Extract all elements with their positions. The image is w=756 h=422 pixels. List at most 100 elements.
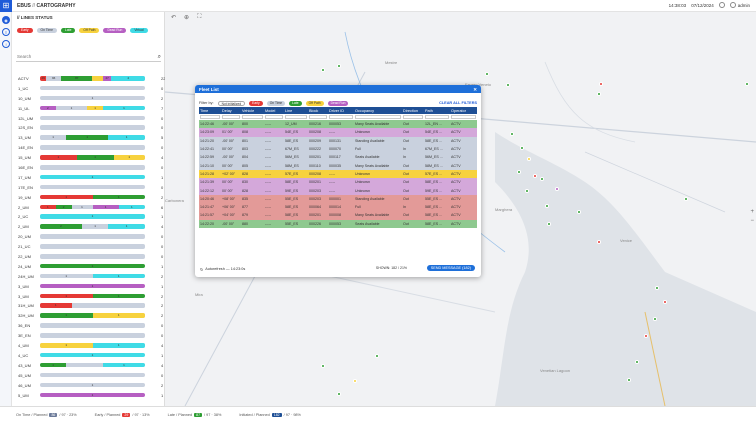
line-row[interactable]: 14E_EN 0 <box>16 143 171 153</box>
column-header[interactable]: Path <box>424 107 450 114</box>
vehicle-marker[interactable] <box>644 334 648 338</box>
line-row[interactable]: 46_UM 1 2 <box>16 381 171 391</box>
line-row[interactable]: 24H_UM 1 1 2 <box>16 272 171 282</box>
line-row[interactable]: 31H_UM 1 2 <box>16 301 171 311</box>
vehicle-marker[interactable] <box>353 379 357 383</box>
column-header[interactable]: Block <box>308 107 328 114</box>
filter-chip[interactable]: Dead Run <box>327 100 349 106</box>
table-row[interactable]: 14:23:09 01' 00" 808 ----- 54E_ES 000208 -----… <box>199 128 477 137</box>
line-row[interactable]: 19_UM 1 1 2 <box>16 193 171 203</box>
map-icon[interactable]: ◉ <box>2 16 10 24</box>
vehicle-marker[interactable] <box>684 197 688 201</box>
line-row[interactable]: 5_UM 1 1 <box>16 391 171 401</box>
vehicle-marker[interactable] <box>520 146 524 150</box>
vehicle-marker[interactable] <box>545 204 549 208</box>
filter-chip[interactable]: Early <box>249 100 263 106</box>
notification-icon[interactable] <box>718 2 725 8</box>
line-row[interactable]: 12S_EN 0 <box>16 123 171 133</box>
line-row[interactable]: 13_UM 1 1 1 5 <box>16 133 171 143</box>
column-search-input[interactable] <box>222 114 240 120</box>
filter-init-select[interactable]: Not initialized <box>217 100 246 106</box>
column-search-input[interactable] <box>451 114 476 120</box>
line-row[interactable]: 2_UC 1 1 <box>16 212 171 222</box>
fullscreen-icon[interactable]: ⛶ <box>197 14 201 21</box>
line-row[interactable]: 11_UL 2 1 1 1 7 <box>16 104 171 114</box>
vehicle-marker[interactable] <box>540 177 544 181</box>
search-input[interactable]: Search ⌕ <box>16 54 161 62</box>
line-row[interactable]: 16E_EN 0 <box>16 163 171 173</box>
user-menu[interactable]: admin <box>729 2 750 8</box>
vehicle-marker[interactable] <box>527 157 531 161</box>
vehicle-marker[interactable] <box>599 82 603 86</box>
table-row[interactable]: 14:21:39 00' 00" 830 ----- 58E_ES 000201 -----… <box>199 178 477 187</box>
column-header[interactable]: Time <box>199 107 221 114</box>
vehicle-marker[interactable] <box>337 392 341 396</box>
vehicle-marker[interactable] <box>375 354 379 358</box>
vehicle-marker[interactable] <box>533 174 537 178</box>
line-row[interactable]: 15_UM 1 1 1 4 <box>16 153 171 163</box>
line-row[interactable]: 45_UM 0 <box>16 371 171 381</box>
line-row[interactable]: 12L_UM 0 <box>16 114 171 124</box>
line-row[interactable]: 43_UM 1 1 4 <box>16 361 171 371</box>
line-row[interactable]: 32H_UM 1 1 2 <box>16 311 171 321</box>
table-row[interactable]: 14:21:10 00' 00" 805 ----- 58M_ES 000110 00003… <box>199 161 477 170</box>
pin-icon[interactable]: ⊕ <box>184 14 189 21</box>
table-row[interactable]: 14:21:57 +04' 00" 879 ----- 58E_ES 000201 0000… <box>199 211 477 220</box>
line-row[interactable]: 4_UC 1 1 <box>16 351 171 361</box>
line-row[interactable]: 10_UM 1 2 <box>16 94 171 104</box>
line-row[interactable]: 3E_EN 0 <box>16 331 171 341</box>
alerts-icon[interactable]: ! <box>2 40 10 48</box>
filter-chip[interactable]: Off Path <box>305 100 324 106</box>
table-row[interactable]: 14:22:59 -00' 00" 804 ----- 56M_ES 000201 0001… <box>199 153 477 162</box>
vehicle-marker[interactable] <box>627 378 631 382</box>
send-message-button[interactable]: SEND MESSAGE (182) <box>426 265 475 271</box>
line-row[interactable]: 2_UM 1 2 1 1 1 6 <box>16 203 171 213</box>
column-search-input[interactable] <box>355 114 401 120</box>
line-row[interactable]: 17E_EN 0 <box>16 183 171 193</box>
table-row[interactable]: 14:22:41 00' 00" 803 ----- 67M_ES 000222 00007… <box>199 144 477 154</box>
filter-chip[interactable]: Late <box>289 100 302 106</box>
zoom-in-button[interactable]: + <box>750 208 754 217</box>
zoom-out-button[interactable]: − <box>750 217 754 226</box>
table-row[interactable]: 14:22:20 -00' 00" 880 ----- 55E_ES 000226 0000… <box>199 219 477 228</box>
vehicle-marker[interactable] <box>506 83 510 87</box>
column-search-input[interactable] <box>265 114 283 120</box>
column-header[interactable]: Vehicle <box>241 107 264 114</box>
undo-icon[interactable]: ↶ <box>171 14 176 21</box>
vehicle-marker[interactable] <box>597 240 601 244</box>
line-row[interactable]: 4_UM 1 1 4 <box>16 341 171 351</box>
line-row[interactable]: 3_UM 1 1 <box>16 282 171 292</box>
line-row[interactable]: ACTV299687274226 <box>16 74 171 84</box>
table-row[interactable]: 14:22:46 -00' 00" 800 ----- 12_UM 000216 00005… <box>199 120 477 129</box>
column-header[interactable]: Model <box>264 107 284 114</box>
table-row[interactable]: 14:20:46 +08' 00" 835 ----- 55E_ES 000203 0000… <box>199 194 477 203</box>
vehicle-marker[interactable] <box>517 170 521 174</box>
search-icon[interactable]: ⌕ <box>158 54 161 61</box>
column-search-input[interactable] <box>285 114 307 120</box>
column-header[interactable]: Direction <box>402 107 424 114</box>
vehicle-marker[interactable] <box>663 300 667 304</box>
vehicle-marker[interactable] <box>555 187 559 191</box>
vehicle-marker[interactable] <box>510 132 514 136</box>
column-search-input[interactable] <box>242 114 263 120</box>
table-row[interactable]: 14:21:47 +06' 00" 877 ----- 58E_ES 000064 0000… <box>199 202 477 212</box>
status-chip[interactable]: Late <box>60 28 76 33</box>
column-search-input[interactable] <box>200 114 220 120</box>
filter-chip[interactable]: On Time <box>266 100 286 106</box>
line-row[interactable]: 2_UM 2 1 1 4 <box>16 222 171 232</box>
vehicle-marker[interactable] <box>577 210 581 214</box>
vehicle-marker[interactable] <box>597 92 601 96</box>
line-row[interactable]: 24_UM 1 1 <box>16 262 171 272</box>
vehicle-marker[interactable] <box>525 189 529 193</box>
vehicle-marker[interactable] <box>337 64 341 68</box>
table-row[interactable]: 14:21:20 -00' 00" 801 ----- 58E_ES 000209 0001… <box>199 136 477 145</box>
line-row[interactable]: 22_UM 0 <box>16 252 171 262</box>
line-row[interactable]: 36_EN 0 <box>16 321 171 331</box>
clear-filters-button[interactable]: CLEAR ALL FILTERS <box>439 101 477 105</box>
vehicle-marker[interactable] <box>635 360 639 364</box>
column-search-input[interactable] <box>425 114 449 120</box>
column-search-input[interactable] <box>329 114 353 120</box>
column-search-input[interactable] <box>403 114 423 120</box>
line-row[interactable]: 1_UC 0 <box>16 84 171 94</box>
vehicle-marker[interactable] <box>655 286 659 290</box>
